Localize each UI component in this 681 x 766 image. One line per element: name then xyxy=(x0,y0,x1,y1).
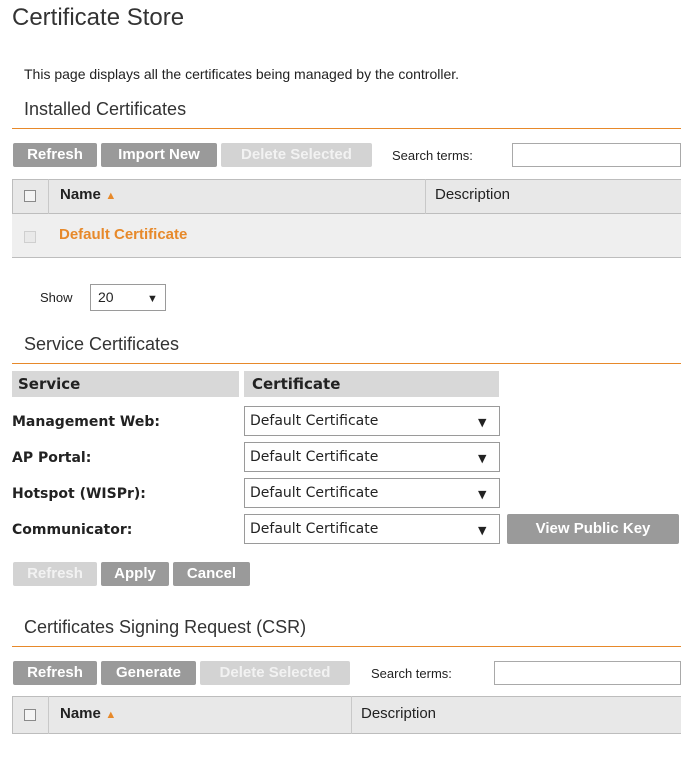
csr-search-label: Search terms: xyxy=(371,666,452,681)
generate-button[interactable]: Generate xyxy=(101,661,196,685)
installed-section-rule xyxy=(12,128,681,129)
csr-delete-selected-button[interactable]: Delete Selected xyxy=(200,661,350,685)
page-size-select[interactable]: 20 ▼ xyxy=(90,284,166,311)
select-value: Default Certificate xyxy=(250,485,379,501)
service-column-header: Service xyxy=(12,371,239,397)
installed-certificates-title: Installed Certificates xyxy=(24,99,187,119)
csr-table-body xyxy=(12,734,681,766)
chevron-down-icon: ▼ xyxy=(478,416,487,429)
installed-name-column-label: Name xyxy=(60,186,101,203)
show-label: Show xyxy=(40,290,73,305)
sort-ascending-icon: ▲ xyxy=(105,709,117,721)
select-value: Default Certificate xyxy=(250,449,379,465)
csr-select-all-checkbox[interactable] xyxy=(24,709,36,721)
hotspot-wispr-certificate-select[interactable]: Default Certificate ▼ xyxy=(244,478,500,508)
csr-refresh-button[interactable]: Refresh xyxy=(13,661,97,685)
installed-col-divider-2 xyxy=(425,179,426,214)
cancel-button[interactable]: Cancel xyxy=(173,562,250,586)
csr-section-title: Certificates Signing Request (CSR) xyxy=(24,617,307,637)
row-checkbox[interactable] xyxy=(24,231,36,243)
chevron-down-icon: ▼ xyxy=(147,293,158,305)
csr-search-input[interactable] xyxy=(494,661,681,685)
ap-portal-label: AP Portal: xyxy=(12,450,92,466)
sort-ascending-icon: ▲ xyxy=(105,190,117,202)
service-certificates-title: Service Certificates xyxy=(24,334,180,354)
chevron-down-icon: ▼ xyxy=(478,488,487,501)
page-title: Certificate Store xyxy=(12,4,185,31)
installed-col-divider-1 xyxy=(48,179,49,214)
communicator-label: Communicator: xyxy=(12,522,133,538)
chevron-down-icon: ▼ xyxy=(478,452,487,465)
view-public-key-button[interactable]: View Public Key xyxy=(507,514,679,544)
management-web-certificate-select[interactable]: Default Certificate ▼ xyxy=(244,406,500,436)
apply-button[interactable]: Apply xyxy=(101,562,169,586)
import-new-button[interactable]: Import New xyxy=(101,143,217,167)
chevron-down-icon: ▼ xyxy=(478,524,487,537)
installed-search-label: Search terms: xyxy=(392,148,473,163)
service-section-rule xyxy=(12,363,681,364)
installed-name-column-header[interactable]: Name ▲ xyxy=(60,186,116,204)
csr-col-divider-1 xyxy=(48,696,49,734)
installed-delete-selected-button[interactable]: Delete Selected xyxy=(221,143,372,167)
service-refresh-button[interactable]: Refresh xyxy=(13,562,97,586)
csr-section-rule xyxy=(12,646,681,647)
installed-search-input[interactable] xyxy=(512,143,681,167)
management-web-label: Management Web: xyxy=(12,414,160,430)
select-value: Default Certificate xyxy=(250,521,379,537)
ap-portal-certificate-select[interactable]: Default Certificate ▼ xyxy=(244,442,500,472)
select-all-checkbox[interactable] xyxy=(24,190,36,202)
csr-name-column-header[interactable]: Name ▲ xyxy=(60,705,116,723)
csr-description-column-header[interactable]: Description xyxy=(361,705,436,722)
select-value: Default Certificate xyxy=(250,413,379,429)
communicator-certificate-select[interactable]: Default Certificate ▼ xyxy=(244,514,500,544)
default-certificate-link[interactable]: Default Certificate xyxy=(59,226,187,243)
csr-col-divider-2 xyxy=(351,696,352,734)
csr-name-column-label: Name xyxy=(60,705,101,722)
certificate-column-header: Certificate xyxy=(244,371,499,397)
page-description: This page displays all the certificates … xyxy=(24,66,460,82)
installed-description-column-header[interactable]: Description xyxy=(435,186,510,203)
page-size-value: 20 xyxy=(98,289,114,305)
installed-refresh-button[interactable]: Refresh xyxy=(13,143,97,167)
hotspot-wispr-label: Hotspot (WISPr): xyxy=(12,486,146,502)
